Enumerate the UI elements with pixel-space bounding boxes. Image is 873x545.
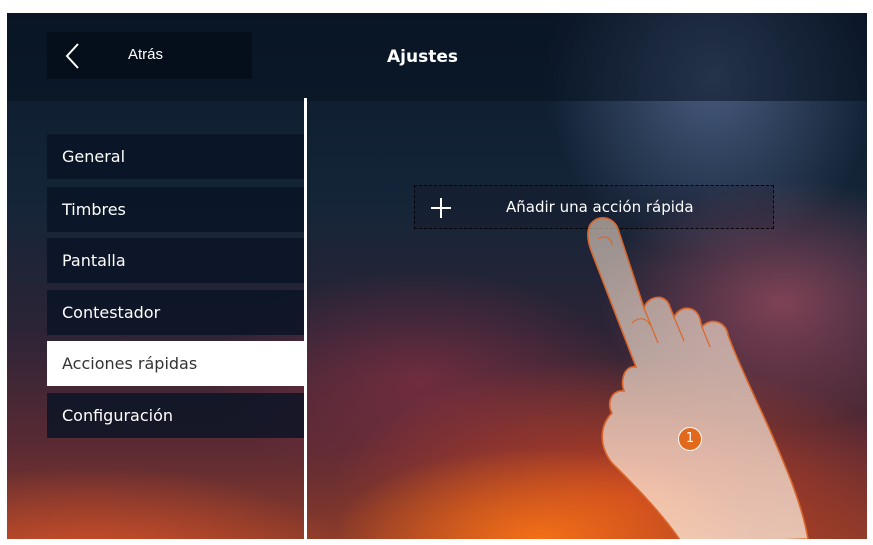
menu-item-pantalla[interactable]: Pantalla bbox=[47, 238, 306, 283]
menu-item-label: Contestador bbox=[62, 303, 161, 322]
device-screen: Atrás Ajustes General Timbres Pantalla C… bbox=[7, 13, 867, 539]
hand-pointer-icon bbox=[587, 217, 809, 539]
chevron-left-icon bbox=[65, 43, 79, 69]
menu-item-label: Timbres bbox=[62, 200, 126, 219]
menu-item-label: Pantalla bbox=[62, 251, 126, 270]
panel-divider bbox=[304, 98, 307, 539]
back-label: Atrás bbox=[128, 46, 164, 63]
menu-item-label: General bbox=[62, 147, 126, 166]
menu-item-label: Acciones rápidas bbox=[62, 354, 198, 373]
back-button[interactable]: Atrás bbox=[47, 32, 252, 79]
menu-item-contestador[interactable]: Contestador bbox=[47, 290, 306, 335]
page-title: Ajustes bbox=[387, 47, 458, 67]
menu-item-label: Configuración bbox=[62, 406, 174, 425]
menu-item-general[interactable]: General bbox=[47, 134, 306, 179]
plus-icon bbox=[431, 198, 451, 218]
menu-item-acciones-rapidas[interactable]: Acciones rápidas bbox=[47, 341, 306, 386]
menu-item-timbres[interactable]: Timbres bbox=[47, 187, 306, 232]
top-bar: Atrás Ajustes bbox=[7, 13, 867, 101]
step-badge: 1 bbox=[678, 427, 702, 451]
menu-item-configuracion[interactable]: Configuración bbox=[47, 393, 306, 438]
